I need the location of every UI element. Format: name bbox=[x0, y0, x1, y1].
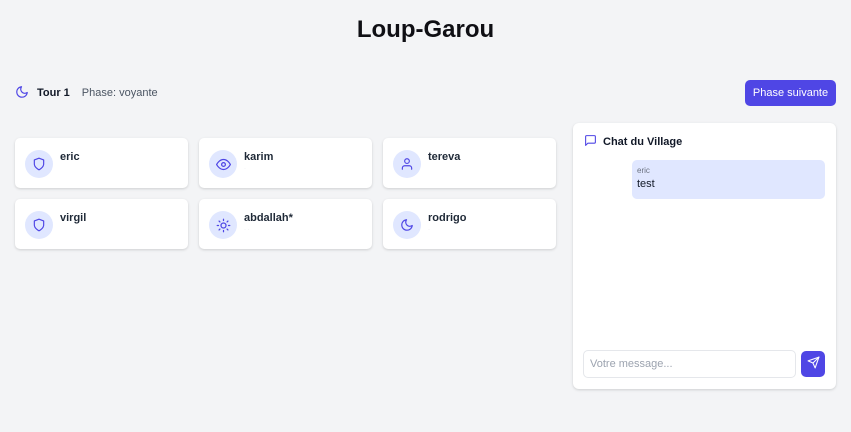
moon-icon bbox=[393, 211, 421, 239]
shield-icon bbox=[25, 211, 53, 239]
message-square-icon bbox=[584, 134, 597, 150]
player-role: · bbox=[244, 166, 246, 172]
send-button[interactable] bbox=[801, 351, 825, 377]
eye-icon bbox=[209, 150, 237, 178]
sun-icon bbox=[209, 211, 237, 239]
message-text: test bbox=[637, 178, 655, 190]
page-title: Loup-Garou bbox=[356, 16, 495, 43]
shield-icon bbox=[25, 150, 53, 178]
moon-icon bbox=[15, 85, 29, 102]
player-name: virgil bbox=[60, 212, 87, 224]
chat-title: Chat du Village bbox=[603, 136, 683, 148]
player-card[interactable]: abdallah* · · bbox=[199, 199, 372, 249]
user-icon bbox=[393, 150, 421, 178]
player-name: tereva bbox=[428, 151, 461, 163]
turn-status: Tour 1 Phase: voyante bbox=[15, 84, 158, 102]
player-name: rodrigo bbox=[428, 212, 467, 224]
player-grid: eric karim · tereva virgil abdallah* · ·… bbox=[15, 138, 557, 249]
player-role: · bbox=[428, 227, 430, 233]
message-input[interactable] bbox=[583, 350, 796, 378]
village-chat-panel: Chat du Village eric test bbox=[573, 123, 836, 389]
player-card[interactable]: rodrigo · bbox=[383, 199, 556, 249]
player-card[interactable]: virgil bbox=[15, 199, 188, 249]
player-name: abdallah* bbox=[244, 212, 293, 224]
player-name: karim bbox=[244, 151, 274, 163]
player-card[interactable]: karim · bbox=[199, 138, 372, 188]
chat-message: eric test bbox=[632, 160, 825, 199]
player-card[interactable]: tereva bbox=[383, 138, 556, 188]
player-role: · · bbox=[244, 227, 250, 233]
phase-label: Phase: voyante bbox=[81, 87, 158, 99]
chat-header: Chat du Village bbox=[584, 134, 682, 150]
message-author: eric bbox=[637, 166, 650, 175]
player-card[interactable]: eric bbox=[15, 138, 188, 188]
turn-label: Tour 1 bbox=[37, 87, 70, 99]
send-icon bbox=[807, 356, 820, 372]
next-phase-button[interactable]: Phase suivante bbox=[745, 80, 836, 106]
player-name: eric bbox=[60, 151, 80, 163]
